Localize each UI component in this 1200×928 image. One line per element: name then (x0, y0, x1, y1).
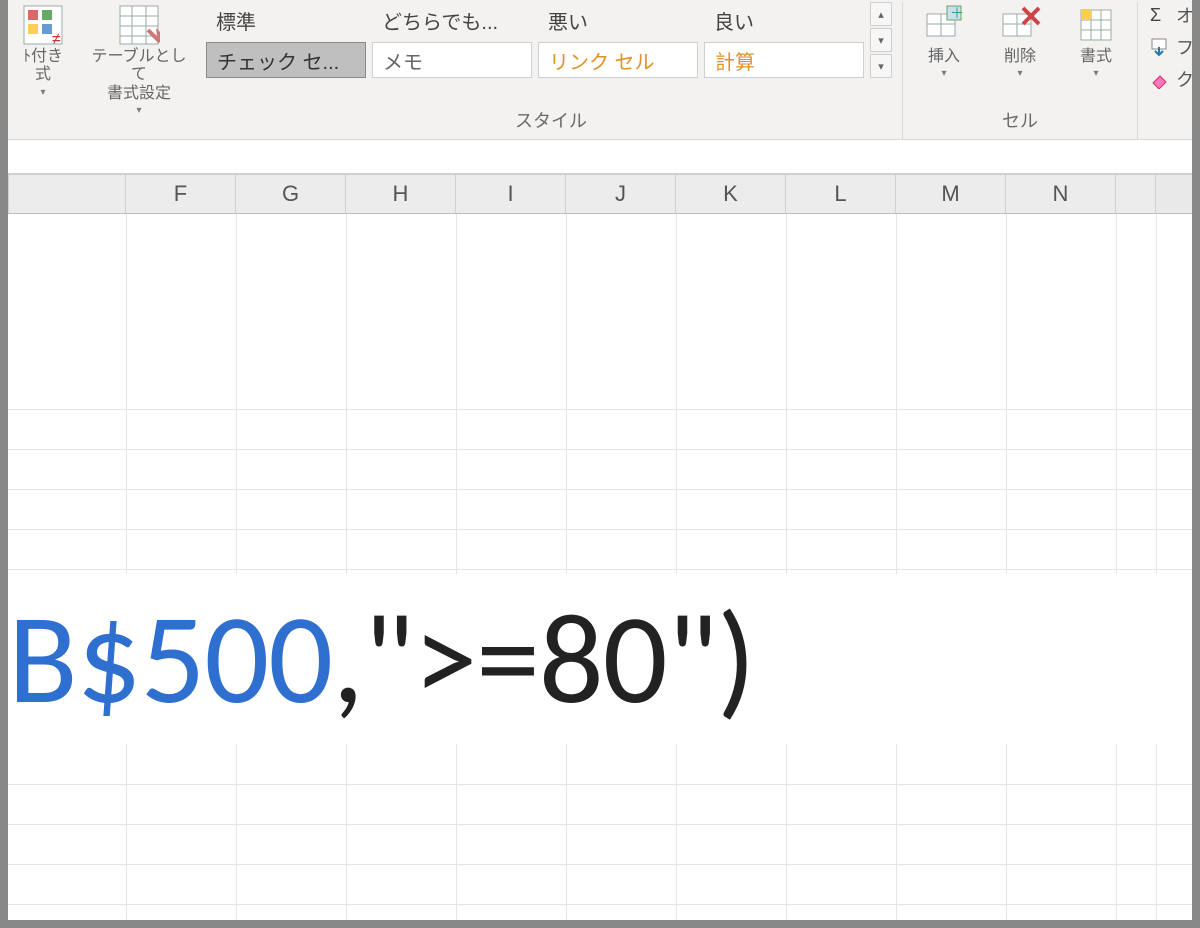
svg-text:≠: ≠ (52, 31, 61, 46)
delete-cells-icon (999, 4, 1041, 46)
conditional-formatting-label: ﾄ付き 式 (23, 48, 63, 85)
insert-cells-label: 挿入 (928, 48, 960, 66)
fill-button[interactable]: フィル ▾ (1150, 34, 1192, 60)
style-neutral[interactable]: どちらでも... (372, 2, 532, 38)
fill-down-icon (1150, 37, 1170, 57)
style-gallery-scroll: ▴ ▾ ▾ (870, 2, 892, 78)
column-header[interactable]: I (456, 175, 566, 213)
style-good[interactable]: 良い (704, 2, 864, 38)
ribbon-group-styles: 標準 チェック セ... どちらでも... メモ 悪い リンク セル 良い 計算 (200, 2, 903, 139)
column-header[interactable]: F (126, 175, 236, 213)
ribbon-group-formatting: ≠ ﾄ付き 式 ▾ テーブルとして 書式設定 ▾ (8, 2, 200, 139)
clear-label: クリア (1176, 66, 1192, 92)
style-gallery-down-button[interactable]: ▾ (870, 28, 892, 52)
format-cells-label: 書式 (1080, 48, 1112, 66)
formula-reference-segment: B$500 (8, 581, 332, 737)
format-cells-button[interactable]: 書式 ▾ (1061, 2, 1131, 79)
eraser-icon (1150, 69, 1170, 89)
clear-button[interactable]: クリア ▾ (1150, 66, 1192, 92)
sigma-icon: Σ (1150, 5, 1170, 25)
format-as-table-button[interactable]: テーブルとして 書式設定 ▾ (84, 2, 194, 116)
style-gallery-more-button[interactable]: ▾ (870, 54, 892, 78)
column-header-partial[interactable] (1116, 175, 1156, 213)
insert-cells-button[interactable]: ＋ 挿入 ▾ (909, 2, 979, 79)
style-standard[interactable]: 標準 (206, 2, 366, 38)
gridlines (8, 214, 1192, 920)
column-header[interactable]: H (346, 175, 456, 213)
style-bad[interactable]: 悪い (538, 2, 698, 38)
conditional-formatting-icon: ≠ (22, 4, 64, 46)
insert-cells-icon: ＋ (923, 4, 965, 46)
column-header[interactable]: K (676, 175, 786, 213)
autosum-label: オートS (1176, 2, 1192, 28)
column-header-row: F G H I J K L M N (8, 174, 1192, 214)
worksheet-grid[interactable]: B$500,">=80") (8, 214, 1192, 920)
cell-styles-gallery: 標準 チェック セ... どちらでも... メモ 悪い リンク セル 良い 計算 (206, 2, 896, 78)
formula-text-segment: ,">=80") (332, 581, 755, 737)
style-note[interactable]: メモ (372, 42, 532, 78)
svg-text:Σ: Σ (1150, 5, 1161, 25)
delete-cells-button[interactable]: 削除 ▾ (985, 2, 1055, 79)
dropdown-caret-icon: ▾ (1093, 68, 1098, 79)
format-as-table-label: テーブルとして 書式設定 (86, 48, 192, 103)
style-check-cell[interactable]: チェック セ... (206, 42, 366, 78)
style-linked-cell[interactable]: リンク セル (538, 42, 698, 78)
app-frame: ≠ ﾄ付き 式 ▾ テーブルとして 書式設定 ▾ (8, 0, 1192, 920)
column-header[interactable]: N (1006, 175, 1116, 213)
format-cells-icon (1075, 4, 1117, 46)
ribbon-group-cells: ＋ 挿入 ▾ 削除 ▾ 書式 ▾ (903, 2, 1138, 139)
column-header[interactable]: G (236, 175, 346, 213)
group-spacer (1144, 108, 1192, 139)
conditional-formatting-button[interactable]: ≠ ﾄ付き 式 ▾ (8, 2, 78, 98)
styles-group-label: スタイル (206, 103, 896, 139)
delete-cells-label: 削除 (1004, 48, 1036, 66)
column-header[interactable]: J (566, 175, 676, 213)
dropdown-caret-icon: ▾ (1017, 68, 1022, 79)
ribbon: ≠ ﾄ付き 式 ▾ テーブルとして 書式設定 ▾ (8, 0, 1192, 140)
group-spacer (8, 116, 194, 147)
cells-group-label: セル (909, 103, 1131, 139)
style-calculation[interactable]: 計算 (704, 42, 864, 78)
fill-label: フィル (1176, 34, 1192, 60)
svg-text:＋: ＋ (950, 5, 964, 21)
ribbon-group-editing: Σ オートS フィル ▾ (1138, 2, 1192, 139)
dropdown-caret-icon: ▾ (40, 87, 45, 98)
column-header[interactable]: M (896, 175, 1006, 213)
autosum-button[interactable]: Σ オートS (1150, 2, 1192, 28)
format-as-table-icon (118, 4, 160, 46)
cell-edit-formula[interactable]: B$500,">=80") (8, 574, 1192, 744)
dropdown-caret-icon: ▾ (136, 105, 141, 116)
column-header-blank[interactable] (8, 175, 126, 213)
style-gallery-up-button[interactable]: ▴ (870, 2, 892, 26)
column-header[interactable]: L (786, 175, 896, 213)
dropdown-caret-icon: ▾ (941, 68, 946, 79)
